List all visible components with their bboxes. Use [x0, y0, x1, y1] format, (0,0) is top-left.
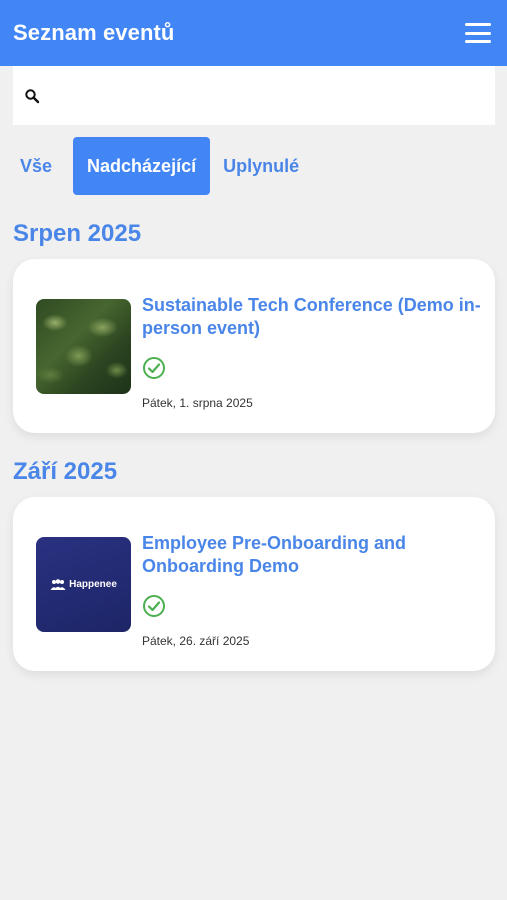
event-title[interactable]: Sustainable Tech Conference (Demo in-per… [142, 294, 482, 340]
app-header: Seznam eventů [0, 0, 507, 66]
event-card[interactable]: Sustainable Tech Conference (Demo in-per… [13, 259, 495, 433]
event-date: Pátek, 26. září 2025 [142, 634, 250, 648]
hamburger-menu-icon[interactable] [465, 23, 491, 43]
check-circle-icon [143, 595, 165, 617]
section-title-august: Srpen 2025 [13, 220, 142, 247]
check-circle-icon [143, 357, 165, 379]
search-bar[interactable] [13, 66, 495, 125]
event-title[interactable]: Employee Pre-Onboarding and Onboarding D… [142, 532, 482, 578]
search-input[interactable] [40, 66, 495, 125]
event-date: Pátek, 1. srpna 2025 [142, 396, 253, 410]
page-title: Seznam eventů [13, 20, 175, 45]
happenee-logo-image: Happenee [36, 537, 131, 632]
tab-past[interactable]: Uplynulé [215, 137, 307, 195]
event-thumbnail [36, 299, 131, 394]
thumbnail-logo-text: Happenee [69, 579, 117, 590]
forest-photo [36, 299, 131, 394]
filter-tabs: Vše Nadcházející Uplynulé [13, 137, 307, 195]
happenee-logo: Happenee [50, 578, 117, 591]
search-icon [25, 88, 40, 103]
event-thumbnail: Happenee [36, 537, 131, 632]
tab-all[interactable]: Vše [13, 137, 60, 195]
event-card[interactable]: Happenee Employee Pre-Onboarding and Onb… [13, 497, 495, 671]
people-icon [50, 578, 66, 590]
tab-upcoming[interactable]: Nadcházející [73, 137, 211, 195]
section-title-september: Září 2025 [13, 458, 118, 485]
